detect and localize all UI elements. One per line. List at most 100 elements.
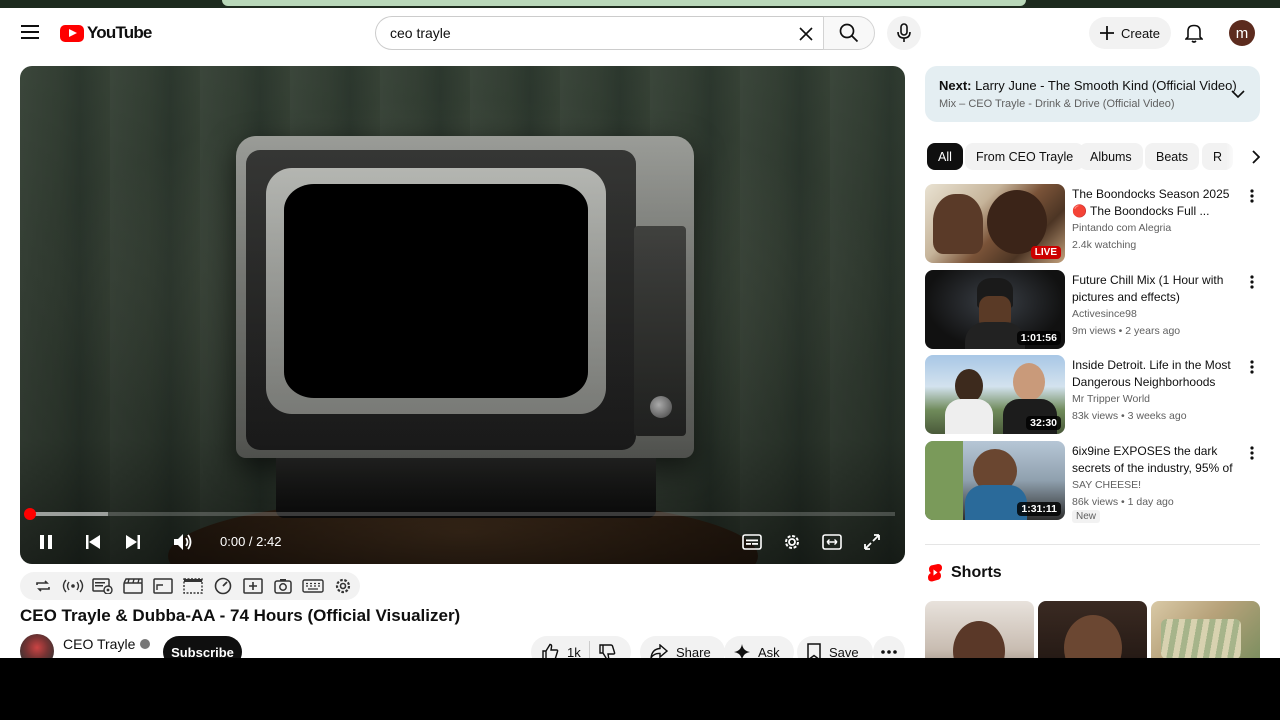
- overlay-banner: [222, 0, 1026, 6]
- video-thumbnail[interactable]: 32:30: [925, 355, 1065, 434]
- search-input[interactable]: [390, 25, 790, 41]
- notifications-button[interactable]: [1178, 17, 1210, 49]
- more-actions-button[interactable]: [873, 636, 905, 658]
- gear-icon: [785, 535, 799, 549]
- search-button[interactable]: [823, 16, 875, 50]
- watch-later-button[interactable]: [90, 574, 115, 598]
- add-chapter-button[interactable]: [240, 574, 265, 598]
- repeat-icon: [35, 580, 50, 592]
- keyboard-shortcuts-button[interactable]: [300, 574, 325, 598]
- video-thumbnail[interactable]: 1:01:56: [925, 270, 1065, 349]
- duration-badge: 1:01:56: [1016, 331, 1061, 345]
- more-options-button[interactable]: [1243, 443, 1261, 463]
- progress-buffered: [30, 512, 108, 516]
- short-thumbnail[interactable]: [925, 601, 1034, 658]
- settings-button[interactable]: [776, 526, 808, 558]
- section-divider: [925, 544, 1260, 545]
- chip-from-channel[interactable]: From CEO Trayle: [965, 143, 1085, 170]
- recommendation-item[interactable]: 1:01:56 Future Chill Mix (1 Hour with pi…: [925, 270, 1260, 350]
- account-avatar[interactable]: m: [1229, 20, 1255, 46]
- theater-mode-button[interactable]: [816, 526, 848, 558]
- time-display: 0:00 / 2:42: [220, 534, 282, 549]
- picture-in-picture-button[interactable]: [150, 574, 175, 598]
- recommendation-channel: SAY CHEESE!: [1072, 479, 1142, 491]
- player-controls: 0:00 / 2:42: [20, 522, 905, 562]
- previous-button[interactable]: [77, 526, 109, 558]
- dashed-frame-icon: [182, 578, 203, 594]
- video-thumbnail[interactable]: LIVE: [925, 184, 1065, 263]
- more-vertical-icon: [1250, 189, 1254, 203]
- youtube-play-icon: [60, 24, 84, 42]
- clapperboard-icon: [122, 578, 143, 594]
- fullscreen-icon: [864, 534, 880, 550]
- chip-all[interactable]: All: [927, 143, 963, 170]
- short-thumbnail[interactable]: [1038, 601, 1147, 658]
- more-options-button[interactable]: [1243, 357, 1261, 377]
- crop-button[interactable]: [180, 574, 205, 598]
- channel-avatar[interactable]: [20, 634, 54, 658]
- youtube-logo[interactable]: YouTube: [60, 22, 152, 44]
- scrubber-handle[interactable]: [24, 508, 36, 520]
- duration-badge: 1:31:11: [1017, 502, 1061, 516]
- playback-speed-button[interactable]: [210, 574, 235, 598]
- ask-button[interactable]: Ask: [724, 636, 794, 658]
- save-button[interactable]: Save: [797, 636, 873, 658]
- screen-eye-icon: [91, 578, 113, 594]
- more-vertical-icon: [1250, 446, 1254, 460]
- pause-button[interactable]: [30, 526, 62, 558]
- video-title: CEO Trayle & Dubba-AA - 74 Hours (Offici…: [20, 606, 461, 625]
- recommendation-title: Future Chill Mix (1 Hour with pictures a…: [1072, 273, 1224, 304]
- mute-button[interactable]: [167, 526, 199, 558]
- share-button[interactable]: Share: [640, 636, 725, 658]
- up-next-panel[interactable]: Next: Larry June - The Smooth Kind (Offi…: [925, 66, 1260, 122]
- recommendation-title: The Boondocks Season 2025 🔴 The Boondock…: [1072, 187, 1230, 218]
- recommendation-meta: 86k views • 1 day ago: [1072, 496, 1174, 508]
- repeat-button[interactable]: [30, 574, 55, 598]
- recommendation-meta: 83k views • 3 weeks ago: [1072, 410, 1187, 422]
- up-next-prefix: Next:: [939, 78, 972, 93]
- browser-top-strip: [0, 0, 1280, 8]
- chip-beats[interactable]: Beats: [1145, 143, 1199, 170]
- progress-bar[interactable]: [24, 508, 895, 520]
- voice-search-button[interactable]: [887, 16, 921, 50]
- more-options-button[interactable]: [1243, 186, 1261, 206]
- clear-search-button[interactable]: [793, 21, 819, 47]
- like-count[interactable]: 1k: [567, 645, 581, 659]
- create-label: Create: [1121, 25, 1161, 41]
- video-thumbnail[interactable]: 1:31:11: [925, 441, 1065, 520]
- new-badge: New: [1072, 510, 1101, 523]
- search-box[interactable]: [375, 16, 823, 50]
- screen-letterbox: [0, 658, 1280, 720]
- recommendation-meta: 9m views • 2 years ago: [1072, 325, 1181, 337]
- chips-next-button[interactable]: [1226, 143, 1260, 171]
- more-horizontal-icon: [881, 650, 897, 654]
- thumbs-down-icon[interactable]: [598, 643, 616, 658]
- audio-only-button[interactable]: [60, 574, 85, 598]
- video-player[interactable]: 0:00 / 2:42: [20, 66, 905, 564]
- chip-albums[interactable]: Albums: [1079, 143, 1143, 170]
- extension-settings-button[interactable]: [330, 574, 355, 598]
- next-button[interactable]: [117, 526, 149, 558]
- fullscreen-button[interactable]: [856, 526, 888, 558]
- recommendation-item[interactable]: 32:30 Inside Detroit. Life in the Most D…: [925, 355, 1260, 435]
- screenshot-button[interactable]: [270, 574, 295, 598]
- masthead: YouTube Create m: [0, 8, 1280, 58]
- recommendation-item[interactable]: LIVE The Boondocks Season 2025 🔴 The Boo…: [925, 184, 1260, 264]
- more-options-button[interactable]: [1243, 272, 1261, 292]
- captions-button[interactable]: [736, 526, 768, 558]
- recommendation-item[interactable]: 1:31:11 6ix9ine EXPOSES the dark secrets…: [925, 441, 1261, 523]
- guide-menu-button[interactable]: [14, 16, 46, 48]
- expand-button[interactable]: [1228, 84, 1248, 104]
- subscribe-button[interactable]: Subscribe: [163, 636, 242, 658]
- theater-icon: [822, 534, 842, 550]
- up-next-subtitle: Mix – CEO Trayle - Drink & Drive (Offici…: [939, 98, 1175, 110]
- short-thumbnail[interactable]: [1151, 601, 1260, 658]
- duration-badge: 32:30: [1026, 416, 1061, 430]
- cinema-button[interactable]: [120, 574, 145, 598]
- save-label: Save: [829, 644, 859, 659]
- create-button[interactable]: Create: [1089, 17, 1171, 49]
- thumbs-up-icon[interactable]: [541, 643, 559, 658]
- microphone-icon: [897, 23, 911, 42]
- bookmark-icon: [807, 643, 821, 658]
- channel-name[interactable]: CEO Trayle: [63, 636, 151, 652]
